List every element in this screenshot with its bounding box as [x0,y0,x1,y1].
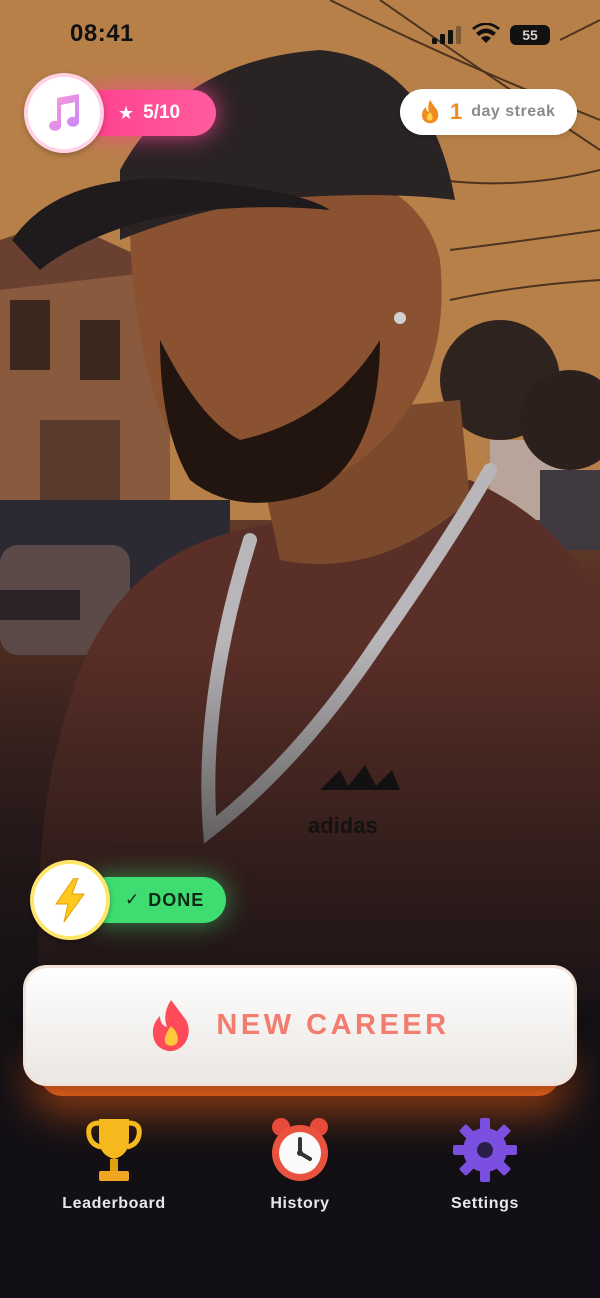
star-icon: ★ [118,102,135,123]
checkmark-icon: ✓ [125,890,141,909]
status-time: 08:41 [70,20,134,47]
nav-label: Settings [451,1195,519,1212]
gear-icon [453,1118,517,1182]
streak-pill[interactable]: 1 day streak [400,89,577,135]
energy-badge[interactable] [30,860,110,940]
lightning-bolt-icon [55,878,85,922]
fire-icon [422,100,439,124]
song-progress-label: 5/10 [143,102,181,123]
nav-label: Leaderboard [62,1195,166,1212]
music-badge[interactable] [24,73,104,153]
status-bar: 08:41 55 [0,0,600,70]
new-career-label: NEW CAREER [216,1009,450,1041]
nav-history[interactable]: History [225,1115,375,1213]
alarm-clock-icon [272,1118,328,1181]
fire-icon [153,999,190,1051]
trophy-icon [86,1119,142,1181]
streak-count: 1 [450,99,463,124]
battery-indicator: 55 [510,25,550,45]
cellular-signal-icon [432,26,461,44]
wifi-icon [472,23,500,43]
nav-settings[interactable]: Settings [410,1115,560,1213]
done-label: DONE [148,889,205,910]
music-note-icon [49,94,79,131]
new-career-button[interactable]: NEW CAREER [23,965,577,1086]
nav-leaderboard[interactable]: Leaderboard [39,1115,189,1213]
streak-label: day streak [471,103,556,120]
nav-label: History [270,1195,330,1212]
app-screen: adidas 08:41 55 ★ 5/10 [0,0,600,1298]
